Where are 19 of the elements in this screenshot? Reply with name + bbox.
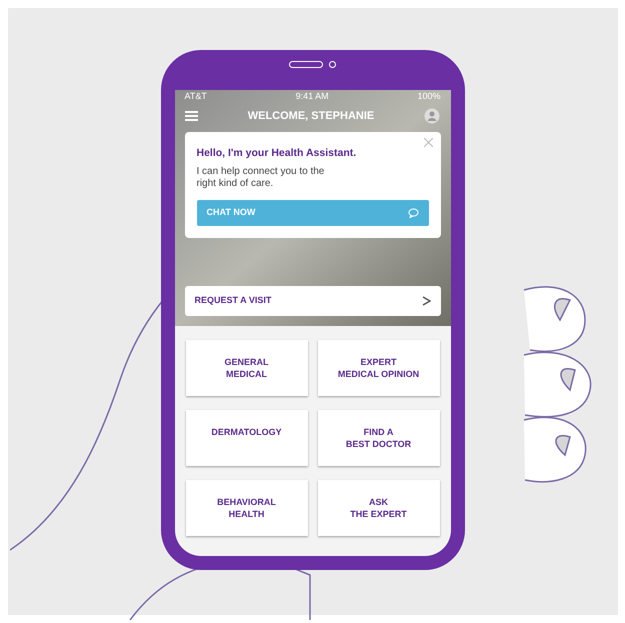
category-tile[interactable]: DERMATOLOGY [186, 410, 308, 466]
speaker-slot [288, 61, 322, 68]
time-label: 9:41 AM [296, 90, 329, 104]
assistant-message: I can help connect you to the right kind of care. [196, 166, 326, 190]
menu-icon[interactable] [184, 111, 198, 121]
chevron-right-icon [422, 296, 430, 306]
profile-icon[interactable] [424, 108, 440, 124]
request-visit-button[interactable]: REQUEST A VISIT [184, 286, 440, 316]
chat-bubble-icon [408, 208, 418, 218]
category-tile[interactable]: FIND A BEST DOCTOR [318, 410, 440, 466]
category-tile[interactable]: EXPERT MEDICAL OPINION [318, 340, 440, 396]
category-tile[interactable]: BEHAVIORAL HEALTH [186, 480, 308, 536]
header-title: WELCOME, STEPHANIE [248, 108, 374, 124]
assistant-title: Hello, I'm your Health Assistant. [196, 146, 358, 161]
category-tile[interactable]: GENERAL MEDICAL [186, 340, 308, 396]
carrier-label: AT&T [184, 90, 207, 104]
battery-label: 100% [417, 90, 440, 104]
close-icon[interactable] [424, 138, 432, 147]
category-tile[interactable]: ASK THE EXPERT [318, 480, 440, 536]
